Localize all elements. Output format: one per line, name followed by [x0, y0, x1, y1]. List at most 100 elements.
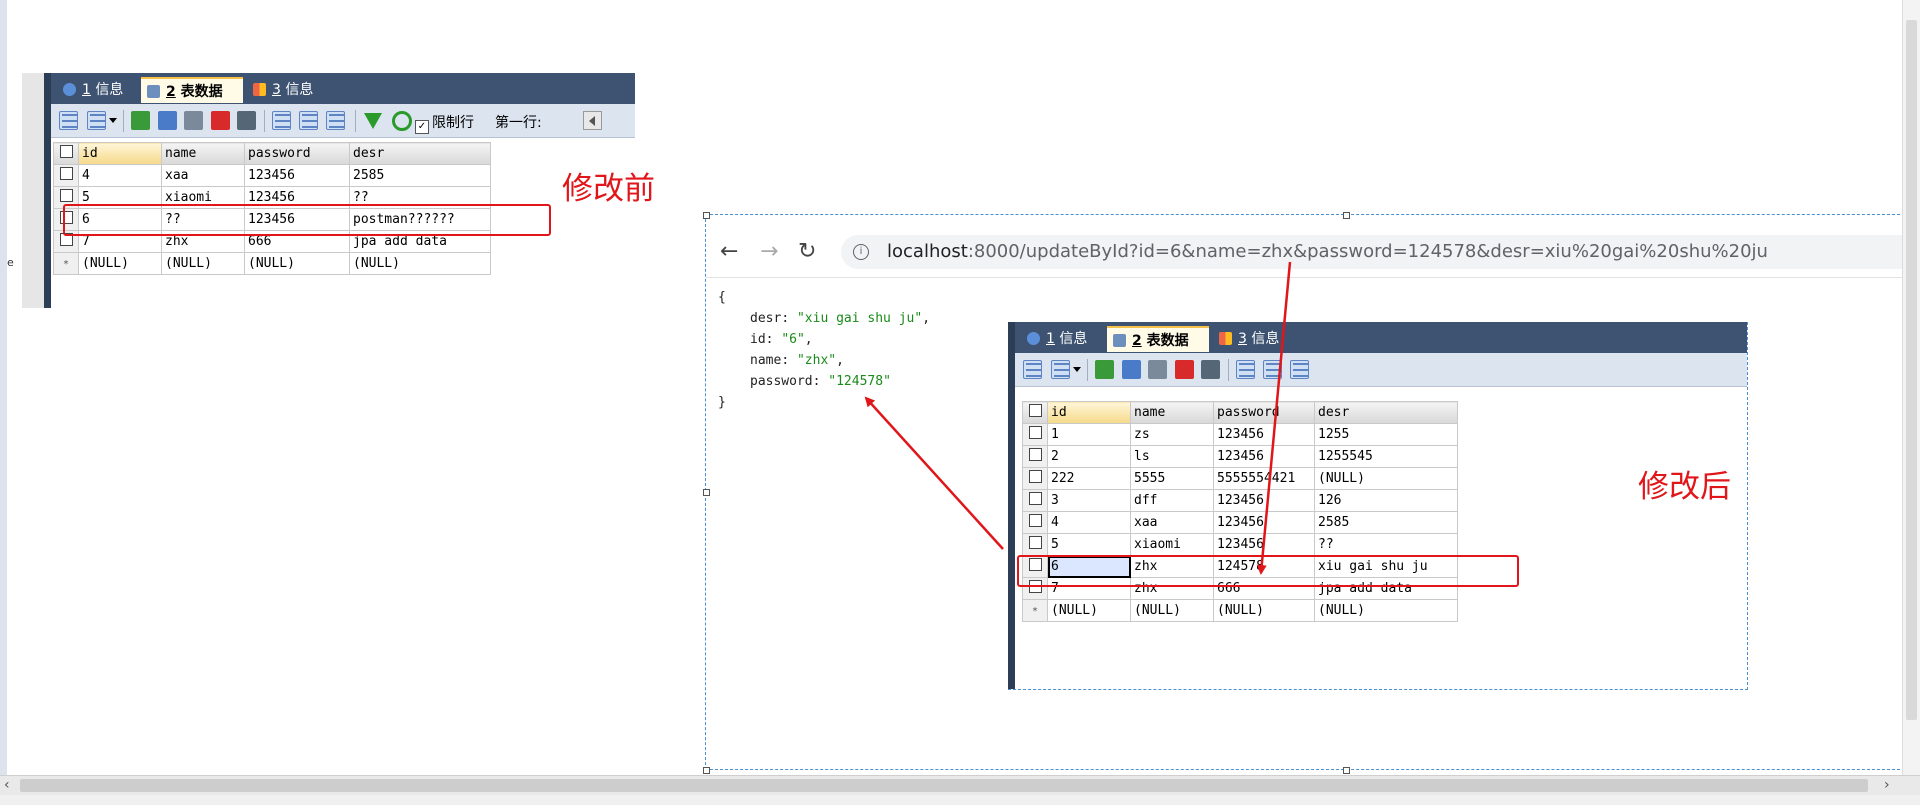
new-row[interactable]: * (NULL) (NULL) (NULL) (NULL) [53, 252, 491, 275]
row-checkbox[interactable] [1022, 467, 1048, 490]
forward-arrow-icon[interactable]: → [760, 239, 778, 264]
cell[interactable]: 2585 [349, 164, 491, 187]
cell[interactable]: 2585 [1314, 511, 1458, 534]
cell[interactable]: (NULL) [1213, 599, 1315, 622]
text-view-icon[interactable] [1290, 360, 1309, 379]
filter-icon[interactable] [364, 113, 382, 129]
cell[interactable]: (NULL) [349, 252, 491, 275]
tab-table-data[interactable]: 2 表数据 [141, 77, 243, 103]
cell[interactable]: 5555 [1130, 467, 1214, 490]
cell[interactable]: ls [1130, 445, 1214, 468]
insert-dropdown-icon[interactable] [87, 111, 106, 130]
row-checkbox[interactable] [1022, 511, 1048, 534]
cell[interactable]: xaa [1130, 511, 1214, 534]
cell[interactable]: (NULL) [78, 252, 162, 275]
add-row-icon[interactable] [131, 111, 150, 130]
delete-icon[interactable] [1175, 360, 1194, 379]
save-icon[interactable] [184, 111, 203, 130]
vertical-scrollbar[interactable] [1902, 0, 1920, 775]
grid-view-icon[interactable] [1236, 360, 1255, 379]
tab-info-3[interactable]: 3 信息 [247, 77, 331, 103]
add-row-icon[interactable] [1095, 360, 1114, 379]
scrollbar-thumb[interactable] [20, 779, 1868, 792]
resize-handle[interactable] [703, 212, 710, 219]
row-checkbox[interactable] [1022, 489, 1048, 512]
grid-view-icon[interactable] [272, 111, 291, 130]
resize-handle[interactable] [1343, 767, 1350, 774]
cell[interactable]: 123456 [1213, 511, 1315, 534]
cell[interactable]: 4 [1047, 511, 1131, 534]
table-row[interactable]: 4 xaa 123456 2585 [1022, 511, 1458, 534]
table-row[interactable]: 222 5555 5555554421 (NULL) [1022, 467, 1458, 490]
form-view-icon[interactable] [299, 111, 318, 130]
cell[interactable]: zs [1130, 423, 1214, 446]
prev-page-button[interactable] [583, 111, 602, 130]
cell[interactable]: 222 [1047, 467, 1131, 490]
cell[interactable]: xaa [161, 164, 245, 187]
reload-icon[interactable]: ↻ [798, 239, 816, 264]
chevron-left-icon[interactable]: ‹ [4, 777, 10, 793]
chevron-down-icon[interactable] [1073, 367, 1081, 372]
scrollbar-thumb[interactable] [1906, 20, 1917, 720]
cell[interactable]: 123456 [1213, 533, 1315, 556]
cell[interactable]: (NULL) [1314, 467, 1458, 490]
delete-icon[interactable] [211, 111, 230, 130]
cell[interactable]: 5 [1047, 533, 1131, 556]
table-row[interactable]: 5 xiaomi 123456 ?? [1022, 533, 1458, 556]
new-row[interactable]: * (NULL) (NULL) (NULL) (NULL) [1022, 599, 1458, 622]
column-header-desr[interactable]: desr [1314, 401, 1458, 424]
text-view-icon[interactable] [326, 111, 345, 130]
row-checkbox[interactable] [1022, 445, 1048, 468]
column-header-id[interactable]: id [78, 142, 162, 165]
select-all-checkbox[interactable] [1022, 401, 1048, 424]
resize-handle[interactable] [703, 489, 710, 496]
cancel-changes-icon[interactable] [237, 111, 256, 130]
cancel-changes-icon[interactable] [1201, 360, 1220, 379]
info-icon[interactable]: i [853, 244, 869, 260]
row-checkbox[interactable] [1022, 533, 1048, 556]
row-checkbox[interactable] [53, 164, 79, 187]
refresh-icon[interactable] [392, 111, 412, 131]
chevron-right-icon[interactable]: › [1884, 777, 1890, 793]
insert-row-icon[interactable] [1023, 360, 1042, 379]
row-checkbox[interactable] [1022, 423, 1048, 446]
cell[interactable]: (NULL) [244, 252, 350, 275]
chevron-down-icon[interactable] [109, 118, 117, 123]
duplicate-row-icon[interactable] [158, 111, 177, 130]
cell[interactable]: 5555554421 [1213, 467, 1315, 490]
column-header-id[interactable]: id [1047, 401, 1131, 424]
form-view-icon[interactable] [1263, 360, 1282, 379]
column-header-password[interactable]: password [244, 142, 350, 165]
tab-info-1[interactable]: 1 信息 [57, 77, 137, 103]
cell[interactable]: 123456 [1213, 489, 1315, 512]
cell[interactable]: 126 [1314, 489, 1458, 512]
cell[interactable]: (NULL) [161, 252, 245, 275]
column-header-desr[interactable]: desr [349, 142, 491, 165]
select-all-checkbox[interactable] [53, 142, 79, 165]
cell[interactable]: 123456 [244, 164, 350, 187]
table-row[interactable]: 1 zs 123456 1255 [1022, 423, 1458, 446]
cell[interactable]: 2 [1047, 445, 1131, 468]
cell[interactable]: xiaomi [1130, 533, 1214, 556]
column-header-name[interactable]: name [1130, 401, 1214, 424]
table-row[interactable]: 3 dff 123456 126 [1022, 489, 1458, 512]
url-input[interactable]: i localhost:8000/updateById?id=6&name=zh… [841, 235, 1919, 269]
cell[interactable]: 123456 [1213, 445, 1315, 468]
table-row[interactable]: 2 ls 123456 1255545 [1022, 445, 1458, 468]
cell[interactable]: (NULL) [1314, 599, 1458, 622]
cell[interactable]: ?? [1314, 533, 1458, 556]
insert-row-icon[interactable] [59, 111, 78, 130]
cell[interactable]: (NULL) [1130, 599, 1214, 622]
cell[interactable]: 1255 [1314, 423, 1458, 446]
cell[interactable]: 1255545 [1314, 445, 1458, 468]
duplicate-row-icon[interactable] [1122, 360, 1141, 379]
save-icon[interactable] [1148, 360, 1167, 379]
resize-handle[interactable] [703, 767, 710, 774]
horizontal-scrollbar[interactable]: ‹ › [0, 775, 1920, 796]
cell[interactable]: 1 [1047, 423, 1131, 446]
insert-dropdown-icon[interactable] [1051, 360, 1070, 379]
resize-handle[interactable] [1343, 212, 1350, 219]
back-arrow-icon[interactable]: ← [720, 239, 738, 264]
cell[interactable]: dff [1130, 489, 1214, 512]
cell[interactable]: (NULL) [1047, 599, 1131, 622]
